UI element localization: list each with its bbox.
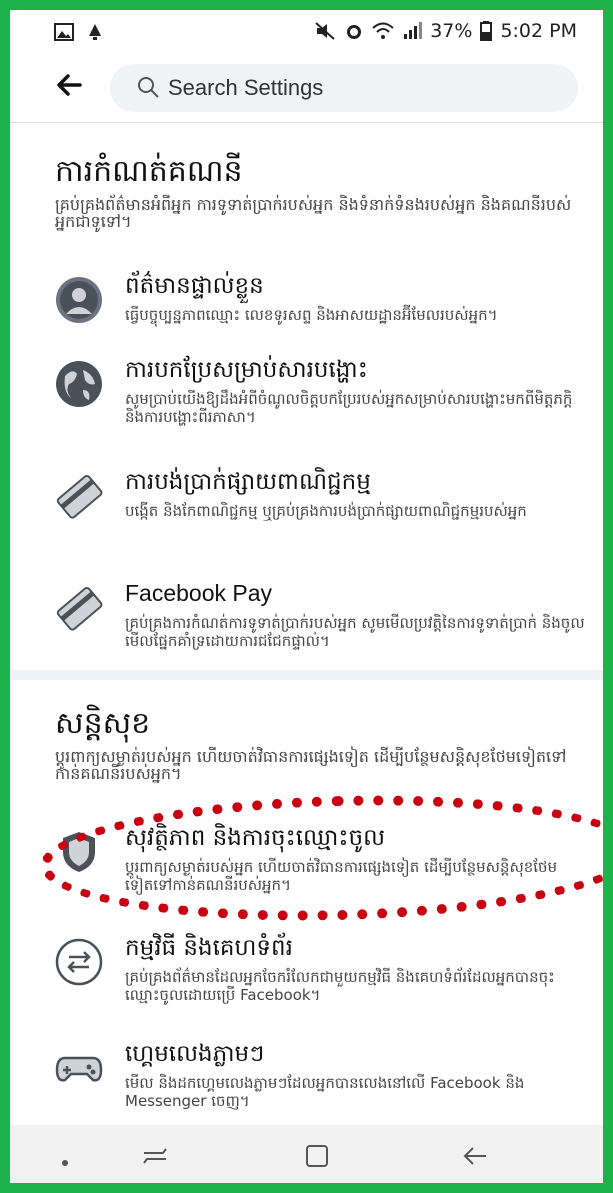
home-button[interactable] <box>300 1143 334 1177</box>
notification-icon <box>89 24 101 40</box>
recents-icon <box>143 1148 167 1164</box>
shield-icon <box>63 832 95 872</box>
person-icon <box>56 277 102 323</box>
globe-icon <box>56 361 102 407</box>
wifi-icon <box>372 22 394 39</box>
gallery-icon <box>54 23 74 41</box>
search-input[interactable]: Search Settings <box>168 64 323 112</box>
status-right: 37% 5:02 PM <box>314 20 577 42</box>
battery-icon <box>480 21 493 41</box>
item-title: សុវត្ថិភាព និងការចុះឈ្មោះចូល <box>125 825 385 851</box>
header-divider <box>10 122 603 123</box>
item-description: សូមប្រាប់យើងឱ្យដឹងអំពីចំណូលចិត្តបកប្រែរប… <box>125 390 573 426</box>
card-icon <box>56 474 103 519</box>
section-description: ប្ដូរពាក្យសម្ងាត់របស់អ្នក ហើយចាត់វិធានកា… <box>55 747 567 783</box>
search-icon <box>138 77 159 98</box>
back-arrow-icon <box>57 74 82 96</box>
search-bar[interactable]: Search Settings <box>110 64 578 112</box>
section-description: គ្រប់គ្រងព័ត៌មានអំពីអ្នក ការទូទាត់ប្រាក់… <box>55 195 572 231</box>
section-title: ការកំណត់គណនី <box>55 154 243 189</box>
gamepad-icon <box>55 1056 103 1082</box>
item-description: បង្កើត និងកែពាណិជ្ជកម្ម ឬគ្រប់គ្រងការបង់… <box>125 502 527 520</box>
card-icon <box>56 586 103 631</box>
alarm-icon <box>347 25 362 39</box>
item-description: គ្រប់គ្រងព័ត៌មានដែលអ្នកចែករំលែកជាមួយកម្ម… <box>125 968 555 1004</box>
nav-dot-button[interactable] <box>48 1143 82 1177</box>
item-title: ការបង់ប្រាក់ផ្សាយពាណិជ្ជកម្ម <box>125 469 371 495</box>
status-time: 5:02 PM <box>500 20 577 42</box>
item-title: ព័ត៌មានផ្ទាល់ខ្លួន <box>125 273 264 299</box>
item-title: ហ្គេមលេងភ្លាមៗ <box>125 1041 265 1067</box>
system-nav-bar <box>10 1125 603 1183</box>
screen-frame: 37% 5:02 PM Search Settings ការកំណត់គណនី… <box>0 0 613 1193</box>
status-bar: 37% 5:02 PM <box>10 10 603 50</box>
section-title: សន្តិសុខ <box>55 706 151 741</box>
item-description: គ្រប់គ្រងការកំណត់ការទូទាត់ប្រាក់របស់អ្នក… <box>125 614 585 650</box>
item-title: Facebook Pay <box>125 580 273 606</box>
arrows-icon <box>55 938 103 986</box>
signal-icon <box>404 22 423 39</box>
item-description: មើល និងដកហ្គេមលេងភ្លាមៗដែលអ្នកបានលេងនៅលើ… <box>125 1074 525 1110</box>
item-description: ប្ដូរពាក្យសម្ងាត់របស់អ្នក ហើយចាត់វិធានកា… <box>125 858 558 894</box>
back-button[interactable] <box>54 70 88 104</box>
item-title: ការបកប្រែសម្រាប់សារបង្ហោះ <box>125 357 368 383</box>
section-separator <box>10 670 603 680</box>
mute-icon <box>315 22 335 40</box>
status-left-icons <box>54 22 104 42</box>
battery-percent: 37% <box>430 20 473 42</box>
item-description: ធ្វើបច្ចុប្បន្នភាពឈ្មោះ លេខទូរសព្ទ និងអា… <box>125 306 498 324</box>
home-icon <box>306 1145 328 1167</box>
recents-button[interactable] <box>138 1143 172 1177</box>
item-title: កម្មវិធី និងគេហទំព័រ <box>125 935 293 961</box>
settings-header: Search Settings <box>10 58 603 122</box>
back-nav-button[interactable] <box>458 1143 492 1177</box>
dot-icon <box>62 1160 68 1166</box>
back-nav-icon <box>463 1147 486 1165</box>
